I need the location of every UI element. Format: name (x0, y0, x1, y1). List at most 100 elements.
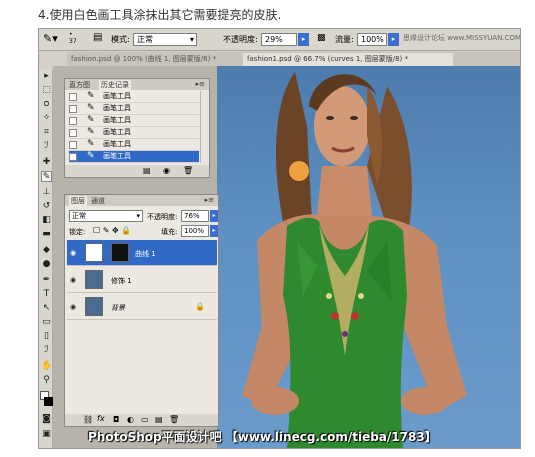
layer-name[interactable]: 曲线 1 (135, 249, 156, 259)
screen-mode-icon[interactable]: ▣ (41, 429, 52, 440)
opacity-input[interactable]: 29% (261, 33, 297, 46)
add-mask-icon[interactable]: ◘ (113, 415, 119, 424)
history-source-checkbox[interactable] (69, 153, 77, 161)
dodge-tool-icon[interactable]: ● (41, 259, 52, 270)
eyedropper-icon[interactable]: ℐ (41, 141, 52, 152)
photoshop-window: ✎▾ • 37 ▤ 模式: 正常 ▾ 不透明度: 29% ▸ ▩ 流量: 100% … (38, 28, 521, 449)
layers-panel-header: 图层 通道 ▸≡ (65, 195, 218, 206)
delete-layer-icon[interactable]: 🗑 (169, 415, 179, 424)
tab-histogram[interactable]: 直方图 (69, 80, 90, 90)
brush-icon: ✎ (87, 91, 95, 101)
eye-icon[interactable]: ◉ (70, 249, 76, 257)
clone-stamp-icon[interactable]: ⊥ (41, 187, 52, 198)
layer-opacity-input[interactable]: 76% (181, 210, 209, 222)
eraser-icon[interactable]: ◧ (41, 215, 52, 226)
layers-panel: 图层 通道 ▸≡ 正常 ▾ 不透明度: 76% ▸ 锁定: ☐ ✎ ✥ 🔒 填充:… (64, 194, 219, 427)
history-row[interactable]: ✎ 画笔工具 (69, 115, 199, 127)
history-source-checkbox[interactable] (69, 93, 77, 101)
new-layer-icon[interactable]: ▤ (155, 415, 163, 424)
pen-tool-icon[interactable]: ✒ (41, 275, 52, 286)
history-source-checkbox[interactable] (69, 117, 77, 125)
airbrush-icon[interactable]: ▩ (317, 33, 326, 43)
doc-tab-1[interactable]: fashion.psd @ 100% (曲线 1, 图层蒙版/8) * (67, 53, 237, 66)
flow-input[interactable]: 100% (357, 33, 387, 46)
options-bar: ✎▾ • 37 ▤ 模式: 正常 ▾ 不透明度: 29% ▸ ▩ 流量: 100% … (39, 29, 520, 51)
layer-row-curves[interactable]: ◉ 曲线 1 (67, 240, 217, 266)
brush-tool-icon[interactable]: ✎▾ (43, 32, 58, 45)
watermark-text: PhotoShop平面设计吧 【www.linecg.com/tieba/178… (88, 430, 437, 444)
brush-icon: ✎ (87, 115, 95, 125)
history-source-checkbox[interactable] (69, 129, 77, 137)
history-row-selected[interactable]: ✎ 画笔工具 (69, 151, 199, 163)
brush-preset-picker[interactable]: • 37 (69, 31, 77, 45)
history-row[interactable]: ✎ 画笔工具 (69, 127, 199, 139)
model-photo (242, 72, 467, 448)
tab-history[interactable]: 历史记录 (99, 80, 131, 90)
eye-icon[interactable]: ◉ (70, 276, 76, 284)
lock-icons[interactable]: ☐ ✎ ✥ 🔒 (93, 226, 131, 235)
tab-layers[interactable]: 图层 (69, 196, 87, 206)
history-source-checkbox[interactable] (69, 141, 77, 149)
tab-channels[interactable]: 通道 (91, 196, 105, 206)
new-document-icon[interactable]: ▤ (143, 166, 151, 175)
move-tool-icon[interactable]: ▸ (41, 71, 52, 82)
blend-mode-select[interactable]: 正常 ▾ (69, 210, 143, 222)
layer-name[interactable]: 修饰 1 (111, 276, 132, 286)
healing-brush-icon[interactable]: ✚ (41, 157, 52, 168)
history-source-checkbox[interactable] (69, 105, 77, 113)
brush-size-value: 37 (69, 38, 77, 45)
mode-select[interactable]: 正常 ▾ (133, 33, 197, 46)
marquee-tool-icon[interactable]: ⬚ (41, 85, 52, 96)
toolbox: ▸ ⬚ ᴑ ✧ ⌗ ℐ ✚ ✎ ⊥ ↺ ◧ ▬ ◆ ● ✒ T ↖ ▭ ▯ ℐ … (39, 69, 53, 448)
gradient-tool-icon[interactable]: ▬ (41, 229, 52, 240)
history-brush-icon[interactable]: ↺ (41, 201, 52, 212)
document-canvas[interactable] (217, 66, 520, 448)
trash-icon[interactable]: 🗑 (183, 166, 193, 175)
eye-icon[interactable]: ◉ (70, 303, 76, 311)
history-row[interactable]: ✎ 画笔工具 (69, 139, 199, 151)
brush-icon: ✎ (87, 139, 95, 149)
fill-slider-button[interactable]: ▸ (210, 225, 218, 237)
history-panel-header: 直方图 历史记录 ▸≡ (65, 79, 209, 90)
layer-row-background[interactable]: ◉ 背景 🔒 (67, 294, 217, 320)
eyedropper-2-icon[interactable]: ℐ (41, 345, 52, 356)
opacity-slider-button[interactable]: ▸ (298, 33, 309, 46)
snapshot-icon[interactable]: ◉ (163, 166, 170, 175)
layer-row-retouch[interactable]: ◉ 修饰 1 (67, 267, 217, 293)
new-group-icon[interactable]: ▭ (141, 415, 149, 424)
opacity-label: 不透明度: (223, 35, 258, 44)
history-row[interactable]: ✎ 画笔工具 (69, 91, 199, 103)
layer-name[interactable]: 背景 (111, 303, 125, 313)
shape-tool-icon[interactable]: ▭ (41, 317, 52, 328)
layer-opacity-slider-button[interactable]: ▸ (210, 210, 218, 222)
lasso-tool-icon[interactable]: ᴑ (41, 99, 52, 110)
panel-menu-icon[interactable]: ▸≡ (205, 196, 214, 204)
brush-tool-button[interactable]: ✎ (41, 171, 52, 182)
fill-input[interactable]: 100% (181, 225, 209, 237)
notes-tool-icon[interactable]: ▯ (41, 331, 52, 342)
zoom-tool-icon[interactable]: ⚲ (41, 375, 52, 386)
link-layers-icon[interactable]: ⛓ (83, 415, 93, 424)
adjustment-thumbnail (85, 243, 103, 262)
flow-label: 流量: (335, 35, 354, 44)
history-row[interactable]: ✎ 画笔工具 (69, 103, 199, 115)
background-color-swatch[interactable] (44, 397, 53, 406)
doc-tab-2[interactable]: fashion1.psd @ 66.7% (curves 1, 图层蒙版/8) … (243, 53, 453, 66)
layer-thumbnail (85, 270, 103, 289)
blur-tool-icon[interactable]: ◆ (41, 245, 52, 256)
layer-mask-thumbnail[interactable] (111, 243, 129, 262)
panel-menu-icon[interactable]: ▸≡ (196, 80, 205, 88)
hand-tool-icon[interactable]: ✋ (41, 361, 52, 372)
document-tabs: fashion.psd @ 100% (曲线 1, 图层蒙版/8) * fash… (67, 52, 520, 66)
magic-wand-icon[interactable]: ✧ (41, 113, 52, 124)
type-tool-icon[interactable]: T (41, 289, 52, 300)
brush-palette-icon[interactable]: ▤ (93, 32, 102, 43)
flow-slider-button[interactable]: ▸ (388, 33, 399, 46)
layer-style-icon[interactable]: fx (97, 414, 105, 423)
path-selection-icon[interactable]: ↖ (41, 303, 52, 314)
history-panel-footer: ▤ ◉ 🗑 (65, 165, 209, 177)
adjustment-layer-icon[interactable]: ◐ (127, 415, 134, 424)
quick-mask-icon[interactable]: ◙ (41, 414, 52, 425)
crop-tool-icon[interactable]: ⌗ (41, 127, 52, 138)
history-scrollbar[interactable] (200, 91, 208, 163)
